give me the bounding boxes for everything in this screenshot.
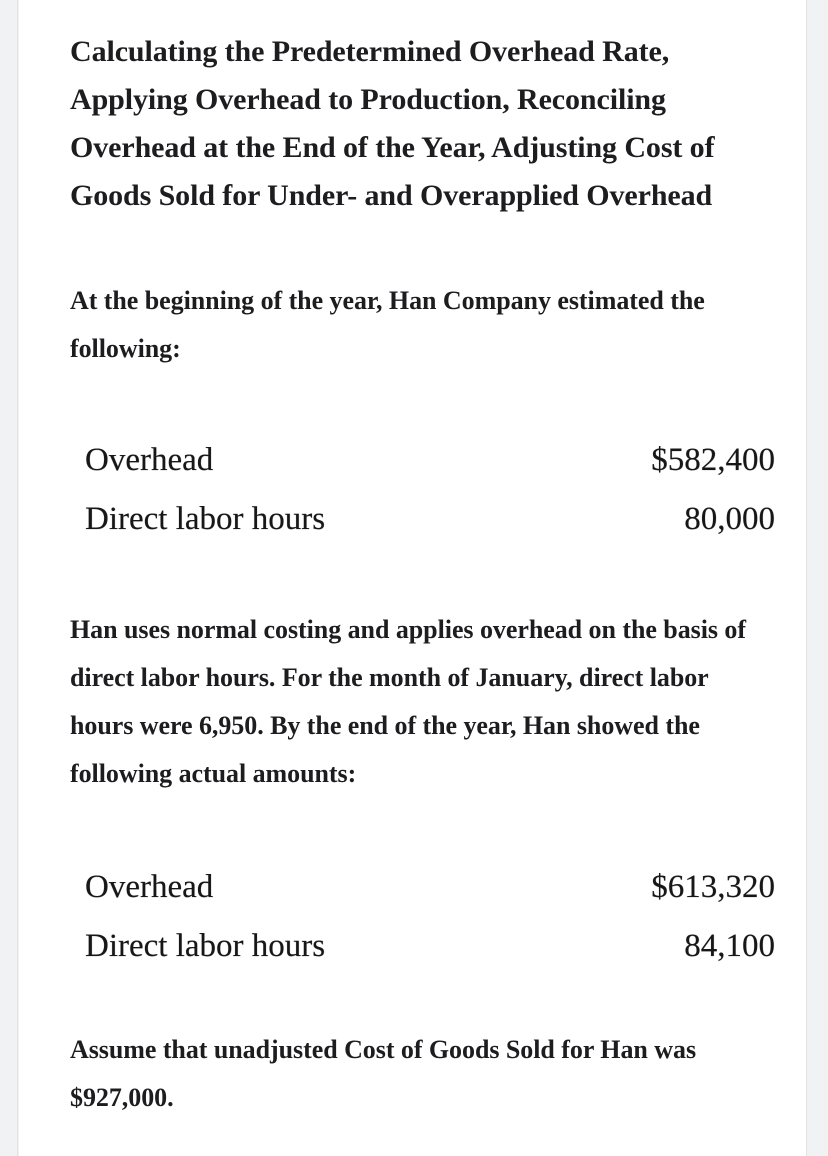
document-content: Calculating the Predetermined Overhead R… — [70, 0, 775, 1122]
left-margin-rule — [17, 0, 18, 1156]
table-cell-label: Overhead — [85, 442, 214, 478]
table-cell-label: Overhead — [85, 869, 214, 905]
right-margin-rule — [806, 0, 807, 1156]
table-cell-label: Direct labor hours — [85, 928, 326, 964]
page-title: Calculating the Predetermined Overhead R… — [70, 35, 715, 212]
closing-paragraph: Assume that unadjusted Cost of Goods Sol… — [70, 1035, 697, 1112]
actual-amounts-table: Overhead $613,320 Direct labor hours 84,… — [85, 858, 775, 976]
table-cell-label: Direct labor hours — [85, 501, 326, 537]
page-background: Calculating the Predetermined Overhead R… — [0, 0, 828, 1156]
table-row: Overhead $613,320 — [85, 858, 775, 917]
intro-paragraph: At the beginning of the year, Han Compan… — [70, 286, 705, 363]
table-row: Direct labor hours 80,000 — [85, 490, 775, 549]
document-sheet: Calculating the Predetermined Overhead R… — [19, 0, 806, 1156]
table-row: Overhead $582,400 — [85, 431, 775, 490]
table-cell-value: $613,320 — [651, 869, 775, 905]
estimated-amounts-table: Overhead $582,400 Direct labor hours 80,… — [85, 431, 775, 549]
table-cell-value: 84,100 — [684, 928, 775, 964]
table-cell-value: $582,400 — [651, 442, 775, 478]
middle-paragraph: Han uses normal costing and applies over… — [70, 615, 746, 788]
table-row: Direct labor hours 84,100 — [85, 917, 775, 976]
table-cell-value: 80,000 — [684, 501, 775, 537]
